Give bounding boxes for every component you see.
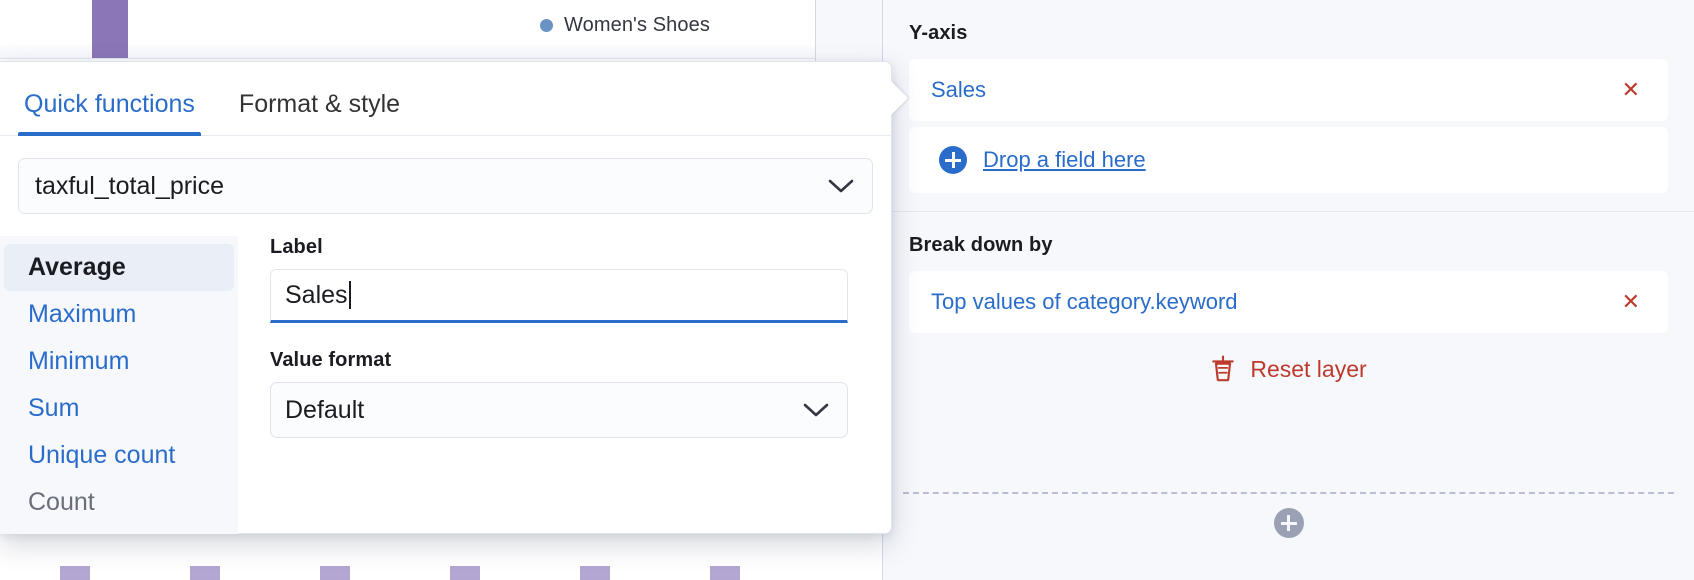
close-icon[interactable]: ✕ [1616,73,1646,107]
value-format-title: Value format [270,349,859,372]
quick-function-unique-count[interactable]: Unique count [0,432,238,479]
quick-function-maximum[interactable]: Maximum [0,291,238,338]
quick-function-minimum[interactable]: Minimum [0,338,238,385]
tab-quick-functions-label: Quick functions [24,90,195,118]
break-down-by-section-title: Break down by [883,212,1694,271]
drop-a-field-here-label: Drop a field here [983,147,1146,173]
quick-function-count-label: Count [28,488,95,516]
quick-function-unique-count-label: Unique count [28,441,175,469]
app-root: Women's Shoes Y-axis Sales ✕ Drop a fiel… [0,0,1694,580]
chart-legend-panel-bg [816,0,882,69]
tab-format-and-style[interactable]: Format & style [233,90,406,135]
layer-config-panel: Y-axis Sales ✕ Drop a field here Break d… [882,0,1694,580]
y-axis-field-label: Sales [931,77,1616,103]
value-format-value: Default [285,396,803,425]
legend-color-dot [540,19,553,32]
quick-function-maximum-label: Maximum [28,300,136,328]
label-field-title: Label [270,236,859,259]
y-axis-section-title: Y-axis [883,0,1694,59]
trash-icon [1210,355,1236,383]
tab-format-and-style-label: Format & style [239,90,400,118]
quick-function-average-label: Average [28,253,126,281]
quick-functions-list: Average Maximum Minimum Sum Unique count… [0,236,238,534]
quick-function-average[interactable]: Average [4,244,234,291]
popover-arrow [891,81,908,115]
add-layer-dashed-separator [903,492,1674,494]
popover-body: Average Maximum Minimum Sum Unique count… [0,236,891,534]
quick-function-sum-label: Sum [28,394,79,422]
tab-quick-functions[interactable]: Quick functions [18,90,201,135]
quick-function-sum[interactable]: Sum [0,385,238,432]
text-caret [349,281,351,309]
close-icon[interactable]: ✕ [1616,285,1646,319]
break-down-by-field-label: Top values of category.keyword [931,289,1616,315]
chart-vertical-divider [815,0,816,68]
y-axis-field-pill[interactable]: Sales ✕ [909,59,1668,121]
legend-item-label[interactable]: Women's Shoes [564,14,710,37]
popover-tabs: Quick functions Format & style [0,62,891,136]
quick-functions-popover: Quick functions Format & style taxful_to… [0,61,892,534]
break-down-by-field-pill[interactable]: Top values of category.keyword ✕ [909,271,1668,333]
plus-circle-icon [939,146,967,174]
label-input-value: Sales [285,281,348,310]
reset-layer-label: Reset layer [1250,356,1366,383]
quick-functions-form: Label Sales Value format Default [238,236,891,534]
chart-bars-bottom-peek [0,566,882,580]
chart-bar[interactable] [92,0,128,58]
y-axis-drop-target[interactable]: Drop a field here [909,127,1668,193]
label-input[interactable]: Sales [270,269,848,323]
value-format-select[interactable]: Default [270,382,848,438]
chart-legend: Women's Shoes [540,14,710,37]
field-select[interactable]: taxful_total_price [18,158,873,214]
chevron-down-icon [828,179,854,194]
quick-function-minimum-label: Minimum [28,347,129,375]
field-select-value: taxful_total_price [35,172,828,201]
plus-circle-icon[interactable] [1274,508,1304,538]
quick-function-count: Count [0,479,238,526]
chart-axis-baseline [0,58,818,59]
reset-layer-button[interactable]: Reset layer [883,333,1694,401]
chevron-down-icon [803,403,829,418]
